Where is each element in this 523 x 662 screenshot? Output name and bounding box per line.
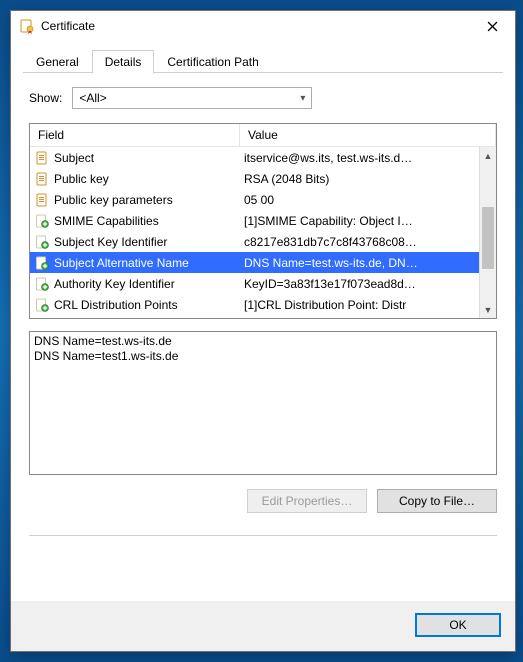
extension-icon [34,234,50,250]
vertical-scrollbar[interactable]: ▲ ▼ [479,147,496,318]
dialog-footer: OK [11,601,515,651]
row-field: Subject Alternative Name [54,256,244,270]
edit-properties-button: Edit Properties… [247,489,367,513]
property-icon [34,150,50,166]
property-icon [34,171,50,187]
chevron-down-icon: ▾ [300,93,305,104]
details-panel: Show: <All> ▾ Field Value Subjectitservi… [11,73,515,601]
tab-strip: General Details Certification Path [11,41,515,73]
row-value: [1]SMIME Capability: Object I… [244,214,479,228]
table-row[interactable]: Subject Alternative NameDNS Name=test.ws… [30,252,479,273]
row-value: RSA (2048 Bits) [244,172,479,186]
certificate-icon [19,18,35,34]
table-row[interactable]: Authority Key IdentifierKeyID=3a83f13e17… [30,273,479,294]
extension-icon [34,297,50,313]
window-title: Certificate [41,19,471,33]
tab-details[interactable]: Details [92,50,155,74]
table-row[interactable]: Public key parameters05 00 [30,189,479,210]
show-label: Show: [29,91,62,105]
copy-to-file-button[interactable]: Copy to File… [377,489,497,513]
show-select[interactable]: <All> ▾ [72,87,312,109]
detail-value-box[interactable]: DNS Name=test.ws-its.de DNS Name=test1.w… [29,331,497,475]
property-icon [34,192,50,208]
row-value: itservice@ws.its, test.ws-its.d… [244,151,479,165]
show-filter-row: Show: <All> ▾ [29,87,497,109]
row-field: CRL Distribution Points [54,298,244,312]
close-button[interactable] [471,12,513,40]
table-row[interactable]: CRL Distribution Points[1]CRL Distributi… [30,294,479,315]
table-row[interactable]: Subjectitservice@ws.its, test.ws-its.d… [30,147,479,168]
row-value: DNS Name=test.ws-its.de, DN… [244,256,479,270]
row-field: Public key parameters [54,193,244,207]
row-field: Public key [54,172,244,186]
row-value: KeyID=3a83f13e17f073ead8d… [244,277,479,291]
column-header-value[interactable]: Value [240,124,496,146]
scroll-up-icon[interactable]: ▲ [480,147,496,164]
table-row[interactable]: Subject Key Identifierc8217e831db7c7c8f4… [30,231,479,252]
ok-button[interactable]: OK [415,613,501,637]
row-value: c8217e831db7c7c8f43768c08… [244,235,479,249]
scroll-down-icon[interactable]: ▼ [480,301,496,318]
show-select-value: <All> [79,91,106,105]
row-field: Authority Key Identifier [54,277,244,291]
row-value: 05 00 [244,193,479,207]
tab-certification-path[interactable]: Certification Path [154,50,271,73]
tab-general[interactable]: General [23,50,92,73]
field-list: Field Value Subjectitservice@ws.its, tes… [29,123,497,319]
extension-icon [34,255,50,271]
extension-icon [34,276,50,292]
extension-icon [34,213,50,229]
certificate-window: Certificate General Details Certificatio… [10,10,516,652]
table-row[interactable]: SMIME Capabilities[1]SMIME Capability: O… [30,210,479,231]
separator [29,535,497,536]
table-row[interactable]: Public keyRSA (2048 Bits) [30,168,479,189]
titlebar: Certificate [11,11,515,41]
row-value: [1]CRL Distribution Point: Distr [244,298,479,312]
row-field: Subject Key Identifier [54,235,244,249]
column-header-field[interactable]: Field [30,124,240,146]
scroll-thumb[interactable] [482,207,494,269]
properties-button-row: Edit Properties… Copy to File… [29,489,497,513]
list-body: Subjectitservice@ws.its, test.ws-its.d…P… [30,147,479,318]
row-field: SMIME Capabilities [54,214,244,228]
row-field: Subject [54,151,244,165]
list-header: Field Value [30,124,496,147]
